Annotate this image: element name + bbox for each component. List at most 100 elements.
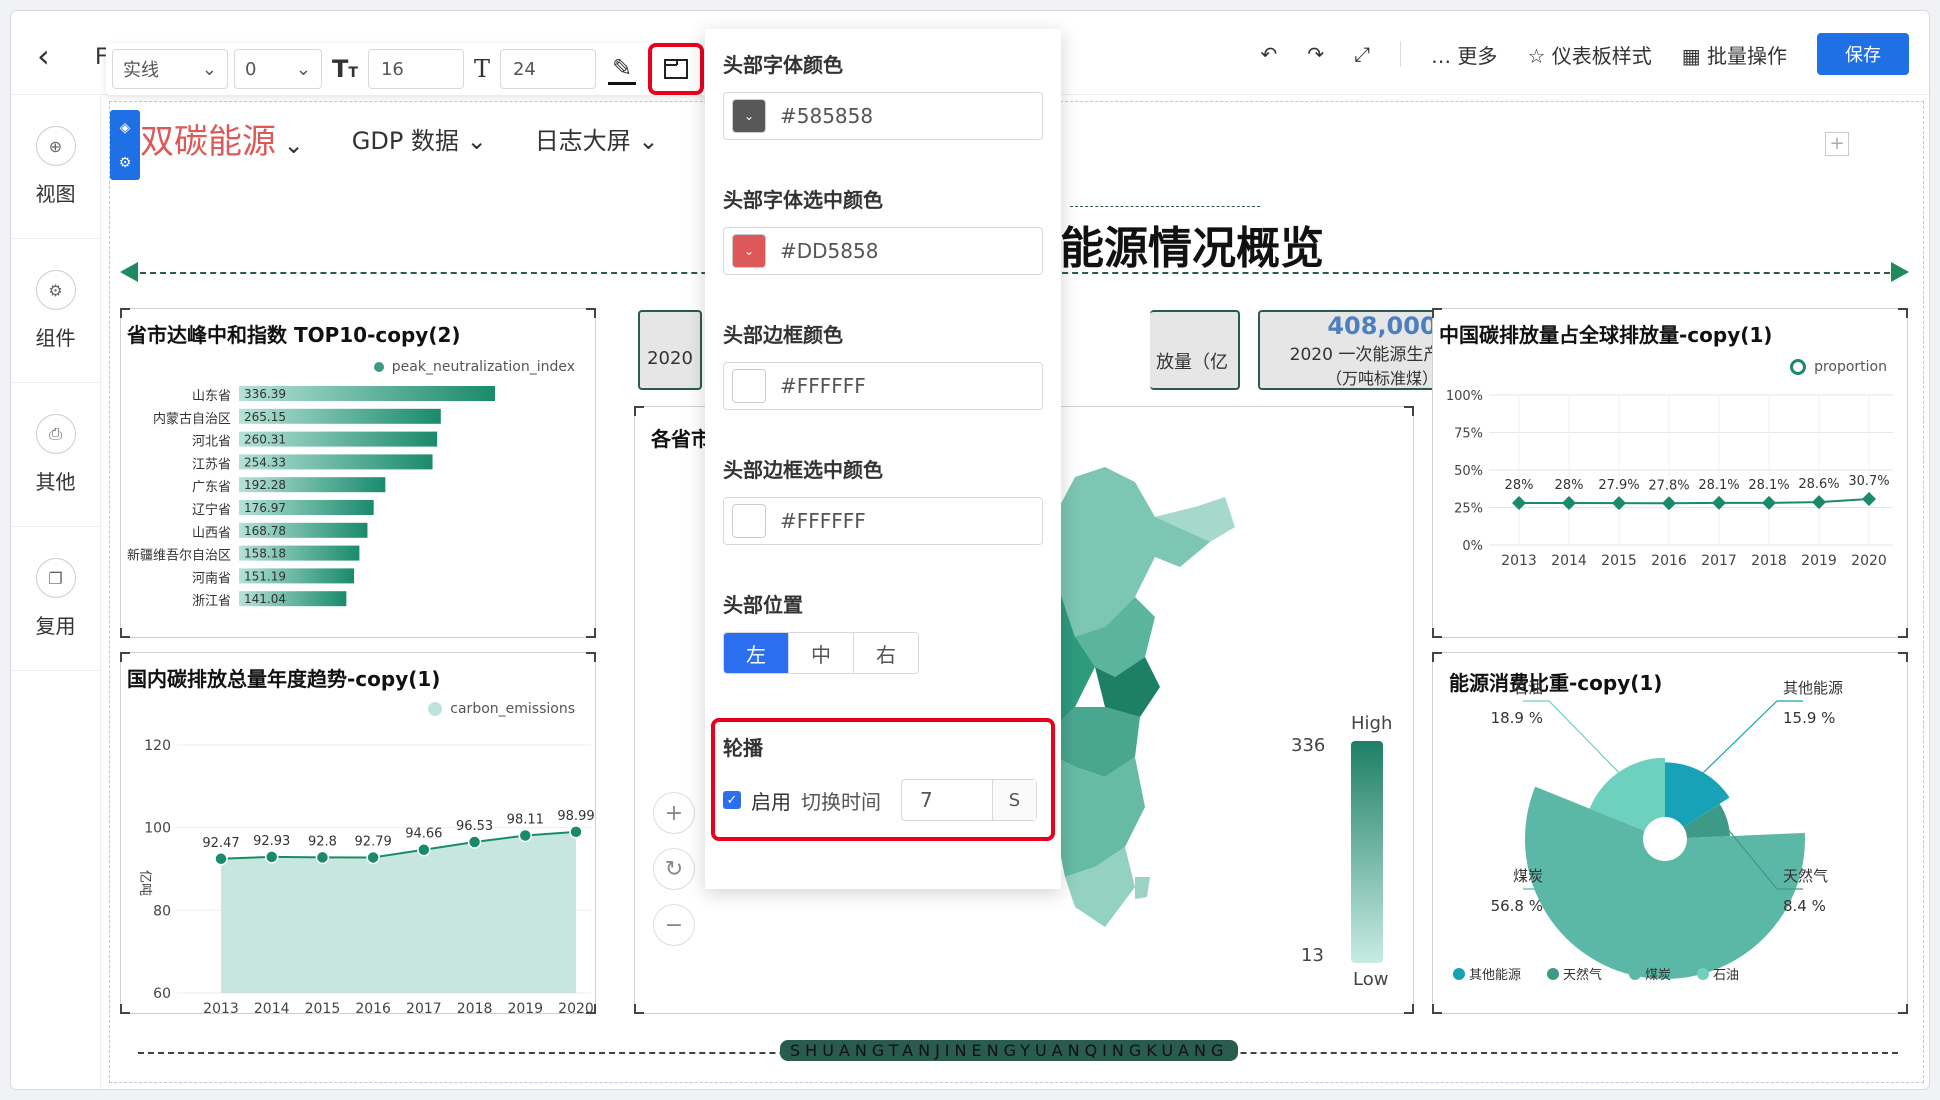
tab-shuangtan[interactable]: 双碳能源 ⌄ <box>140 114 304 163</box>
bar-chart: 山东省 336.39 内蒙古自治区 265.15 河北省 260.31 江苏省 254.33 广… <box>127 386 495 609</box>
y-tick-label: 0% <box>1462 539 1483 554</box>
position-right-button[interactable]: 右 <box>854 633 918 673</box>
slice-value-label: 8.4 % <box>1783 897 1826 915</box>
header-position-segment: 左 中 右 <box>723 632 919 674</box>
fullscreen-icon[interactable]: ⤢ <box>1354 42 1370 66</box>
bar-value-label: 151.19 <box>244 569 286 583</box>
line-width-select[interactable]: 0 ⌄ <box>234 49 322 89</box>
sidebar-item-label: 其他 <box>35 470 76 494</box>
slice-name-label: 其他能源 <box>1783 679 1843 697</box>
layer-toolbox[interactable]: ◈ ⚙ <box>110 110 140 180</box>
slice-value-label: 18.9 % <box>1491 709 1543 727</box>
tab-gdp[interactable]: GDP 数据 ⌄ <box>352 121 487 156</box>
pen-color-icon[interactable]: ✎ <box>607 54 637 85</box>
header-style-button[interactable] <box>648 43 705 95</box>
printer-icon: ⎙ <box>35 414 76 454</box>
sidebar-item-label: 视图 <box>35 182 76 206</box>
tab-log[interactable]: 日志大屏 ⌄ <box>535 121 659 156</box>
legend-label: proportion <box>1814 359 1887 375</box>
settings-icon[interactable]: ⚙ <box>119 155 132 171</box>
y-tick-label: 25% <box>1454 502 1483 517</box>
sidebar-item-label: 组件 <box>35 326 76 350</box>
x-tick-label: 2019 <box>1801 553 1837 569</box>
data-label: 27.8% <box>1648 478 1689 493</box>
bar-category-label: 内蒙古自治区 <box>153 411 231 427</box>
gear-icon: ⚙ <box>35 270 76 310</box>
slice-name-label: 煤炭 <box>1513 867 1543 885</box>
color-swatch[interactable] <box>732 504 766 538</box>
map-legend-max: 336 <box>1291 735 1326 756</box>
zoom-out-icon[interactable]: − <box>653 904 695 946</box>
position-center-button[interactable]: 中 <box>789 633 854 673</box>
switch-time-input[interactable]: 7 S <box>901 779 1037 821</box>
kpi-label: 放量（亿 <box>1156 352 1228 373</box>
bar-value-label: 265.15 <box>244 410 286 424</box>
dashboard-style-button[interactable]: ☆ 仪表板样式 <box>1527 40 1651 69</box>
header-border-field[interactable]: #FFFFFF <box>723 362 1043 410</box>
more-button[interactable]: … 更多 <box>1431 40 1497 69</box>
x-tick-label: 2017 <box>406 1001 442 1015</box>
proportion-panel[interactable]: 中国碳排放量占全球排放量-copy(1) proportion 0% 25% 50%… <box>1432 308 1908 638</box>
color-swatch[interactable] <box>732 369 766 403</box>
color-value: #FFFFFF <box>780 374 866 398</box>
app-window: ‹ F 实线 ⌄ 0 ⌄ TT 16 T 24 ✎ ↶ ↷ ⤢ … 更多 ☆ 仪… <box>10 10 1930 1090</box>
sidebar-item-component[interactable]: ⚙ 组件 <box>11 239 100 383</box>
window-icon <box>664 59 689 79</box>
zoom-in-icon[interactable]: + <box>653 792 695 834</box>
font-size-input[interactable]: 16 <box>367 49 464 89</box>
redo-icon[interactable]: ↷ <box>1307 42 1324 66</box>
reset-icon[interactable]: ↻ <box>653 848 695 890</box>
enable-checkbox[interactable]: ✓ <box>723 791 741 809</box>
tab-label: 日志大屏 <box>534 127 631 155</box>
data-point <box>569 825 583 839</box>
kpi-card[interactable]: 放量（亿 <box>1150 310 1240 390</box>
add-widget-icon[interactable]: + <box>1825 132 1849 156</box>
bar-category-label: 新疆维吾尔自治区 <box>127 548 231 564</box>
legend-label: 其他能源 <box>1469 968 1521 983</box>
legend-dot <box>428 702 443 716</box>
batch-label: 批量操作 <box>1707 43 1787 68</box>
batch-button[interactable]: ▦ 批量操作 <box>1682 40 1787 69</box>
undo-icon[interactable]: ↶ <box>1261 42 1278 66</box>
color-value: #585858 <box>780 104 874 128</box>
header-border-selected-field[interactable]: #FFFFFF <box>723 497 1043 545</box>
sidebar-item-view[interactable]: ⊕ 视图 <box>11 95 100 239</box>
color-swatch[interactable]: ⌄ <box>732 99 766 133</box>
data-label: 30.7% <box>1848 474 1889 489</box>
line-style-select[interactable]: 实线 ⌄ <box>112 49 228 89</box>
y-tick-label: 100 <box>144 821 171 837</box>
right-toolbar: ↶ ↷ ⤢ … 更多 ☆ 仪表板样式 ▦ 批量操作 保存 <box>1261 33 1909 75</box>
color-swatch[interactable]: ⌄ <box>732 234 766 268</box>
bar-value-label: 260.31 <box>244 433 286 447</box>
bar-category-label: 广东省 <box>192 480 231 495</box>
sidebar-item-other[interactable]: ⎙ 其他 <box>11 383 100 527</box>
map-legend-bar[interactable] <box>1351 741 1383 963</box>
carousel-label: 轮播 <box>723 736 763 760</box>
y-tick-label: 75% <box>1454 427 1483 442</box>
switch-time-unit: S <box>992 780 1036 820</box>
data-label: 96.53 <box>456 819 493 834</box>
energy-panel[interactable]: 能源消费比重-copy(1) 其他能源 15.9 % 天然气 8.4 % 煤炭 56.8 … <box>1432 652 1908 1014</box>
data-label: 92.93 <box>253 834 290 849</box>
data-label: 92.79 <box>355 834 392 849</box>
position-left-button[interactable]: 左 <box>724 633 789 673</box>
x-tick-label: 2019 <box>507 1001 543 1015</box>
color-value: #FFFFFF <box>780 509 866 533</box>
top10-panel[interactable]: 省市达峰中和指数 TOP10-copy(2) peak_neutralizati… <box>120 308 596 638</box>
data-label: 28% <box>1505 478 1534 493</box>
kpi-card[interactable]: 2020 <box>638 310 702 390</box>
sidebar-item-reuse[interactable]: ❐ 复用 <box>11 527 100 671</box>
emissions-panel[interactable]: 国内碳排放总量年度趋势-copy(1) carbon_emissions 60 8… <box>120 652 596 1015</box>
map-legend-high: High <box>1351 713 1393 734</box>
layers-icon[interactable]: ◈ <box>120 120 131 136</box>
tab-label: 双碳能源 <box>140 122 276 162</box>
back-arrow-icon[interactable]: ‹ <box>37 37 50 75</box>
line-height-input[interactable]: 24 <box>499 49 596 89</box>
header-font-selected-field[interactable]: ⌄ #DD5858 <box>723 227 1043 275</box>
x-tick-label: 2013 <box>1501 553 1537 569</box>
text-style-toolbar: 实线 ⌄ 0 ⌄ TT 16 T 24 ✎ <box>106 43 711 95</box>
map-legend-min: 13 <box>1301 945 1324 966</box>
save-button[interactable]: 保存 <box>1817 33 1909 75</box>
bar-category-label: 山西省 <box>192 526 231 541</box>
header-font-color-field[interactable]: ⌄ #585858 <box>723 92 1043 140</box>
